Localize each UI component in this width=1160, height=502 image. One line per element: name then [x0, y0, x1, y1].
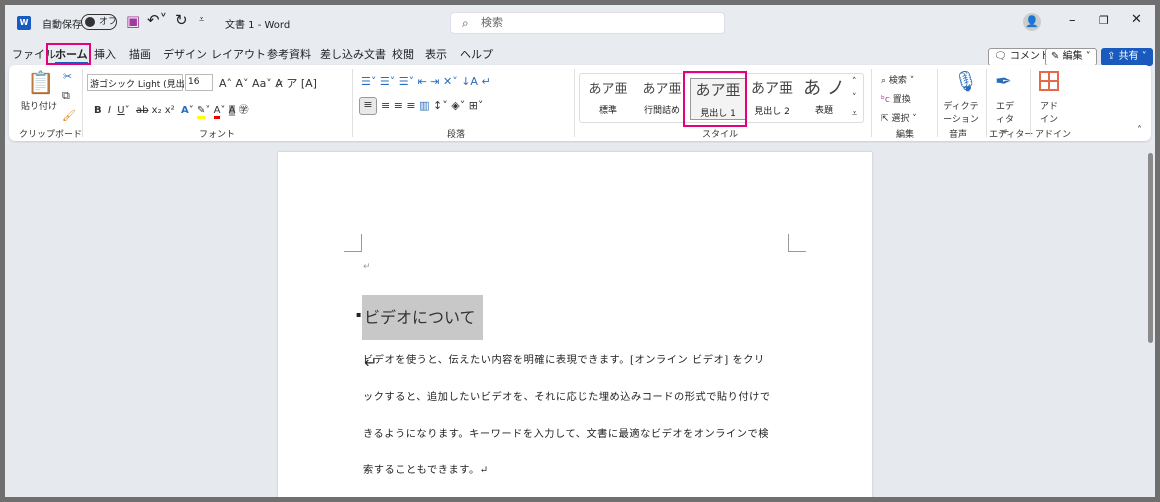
tab-view[interactable]: 表示 [425, 46, 447, 62]
replace-button[interactable]: ᵇc 置換 [881, 92, 911, 105]
autosave-toggle[interactable]: オフ [81, 14, 117, 30]
style-sample: あア亜 [642, 82, 682, 97]
body-line[interactable]: きるようになります。キーワードを入力して、文書に最適なビデオをオンラインで検 [363, 425, 769, 440]
style-sample: あ ノ [803, 78, 845, 99]
copy-icon[interactable]: ⧉ [62, 89, 70, 103]
list-icons[interactable]: ☰˅ ☰˅ ☰˅ ⇤ ⇥ ✕˅ ↓A ↵ [361, 75, 491, 88]
alignment-icons[interactable]: ≡ ≡ ≡ ▥ ↕˅ ◈˅ ⊞˅ [381, 99, 483, 112]
format-painter-icon[interactable]: 🖌 [62, 109, 76, 122]
ribbon: 📋 貼り付け ✂ ⧉ 🖌 クリップボード 游ゴシック Light (見出 16 … [9, 65, 1151, 141]
addins-icon[interactable] [1039, 71, 1059, 91]
crop-mark [788, 234, 806, 252]
close-icon[interactable]: ✕ [1131, 12, 1142, 27]
style-heading-2[interactable]: あア亜見出し 2 [744, 78, 800, 117]
collapse-ribbon-icon[interactable]: ˄ [1137, 125, 1142, 136]
style-name: 標準 [598, 106, 617, 116]
dictate-button[interactable]: ディクテーション [943, 99, 979, 125]
word-logo-icon: W [17, 16, 31, 30]
cut-icon[interactable]: ✂ [63, 70, 72, 83]
microphone-icon[interactable]: 🎙 [953, 69, 978, 93]
style-sample: あア亜 [751, 81, 793, 97]
edit-mode-button[interactable]: ✎ 編集 ˅ [1045, 48, 1097, 66]
editing-group-label: 編集 [896, 130, 915, 140]
search-icon: ⌕ [462, 16, 469, 30]
paragraph-mark: ↵ [363, 262, 371, 272]
font-size-tools-icons[interactable]: A˄ A˅ Aa˅ A̷ ア [A] [219, 75, 317, 91]
style-name: 行間詰め [643, 106, 680, 116]
style-title[interactable]: あ ノ表題 [796, 78, 852, 116]
editor-group-label: エディター [989, 130, 1034, 140]
font-format-icons[interactable]: B I U˅ ab x₂ x² A˅ ✎˅ A˅ A ㊫ [94, 101, 249, 119]
tab-layout[interactable]: レイアウト [211, 46, 266, 62]
title-bar: W 自動保存 オフ ▣ ↶˅ ↻ ⩡ 文書 1 - Word 検索 ⌕ 👤 – … [5, 5, 1155, 41]
tab-design[interactable]: デザイン [163, 46, 207, 62]
tab-mailings[interactable]: 差し込み文書 [320, 46, 386, 62]
addins-button[interactable]: アドイン [1039, 99, 1059, 125]
document-title: 文書 1 - Word [225, 20, 291, 31]
account-icon[interactable]: 👤 [1023, 13, 1041, 31]
style-name: 表題 [814, 106, 833, 116]
word-window: W 自動保存 オフ ▣ ↶˅ ↻ ⩡ 文書 1 - Word 検索 ⌕ 👤 – … [5, 5, 1155, 497]
save-icon[interactable]: ▣ [126, 12, 140, 30]
select-button[interactable]: ⇱ 選択 ˅ [881, 111, 917, 124]
tab-highlight [46, 43, 91, 65]
body-line[interactable]: ックすると、追加したいビデオを、それに応じた埋め込みコードの形式で貼り付けで [363, 388, 771, 403]
tab-references[interactable]: 参考資料 [267, 46, 311, 62]
paste-button[interactable]: 貼り付け [21, 99, 57, 112]
document-page[interactable]: ↵ ▪ ビデオについて↵ ビデオを使うと、伝えたい内容を明確に表現できます。[オ… [278, 152, 872, 497]
undo-icon[interactable]: ↶˅ [147, 11, 167, 29]
ribbon-tabs: ファイル ホーム 挿入 描画 デザイン レイアウト 参考資料 差し込み文書 校閲… [5, 43, 1155, 66]
addins-group-label: アドイン [1035, 130, 1072, 140]
style-normal[interactable]: あア亜 標準 [580, 78, 636, 116]
restore-icon[interactable]: ❐ [1099, 14, 1109, 27]
font-size-select[interactable]: 16 [185, 74, 213, 91]
redo-icon[interactable]: ↻ [175, 11, 188, 29]
comment-label: コメント [1009, 51, 1050, 62]
style-no-spacing[interactable]: あア亜 行間詰め [634, 78, 690, 116]
font-group-label: フォント [199, 130, 236, 140]
vertical-scrollbar[interactable] [1148, 153, 1153, 343]
find-label: 検索 [888, 76, 907, 86]
align-left-button[interactable]: ≡ [359, 97, 377, 115]
clipboard-group-label: クリップボード [19, 130, 83, 140]
paste-icon[interactable]: 📋 [27, 71, 54, 96]
tab-help[interactable]: ヘルプ [460, 46, 493, 62]
tab-draw[interactable]: 描画 [129, 46, 151, 62]
select-label: 選択 [891, 114, 910, 124]
autosave-label: 自動保存 [42, 20, 82, 31]
body-line[interactable]: ビデオを使うと、伝えたい内容を明確に表現できます。[オンライン ビデオ] をクリ [363, 351, 765, 366]
styles-scroll-icons[interactable]: ˄ ˅ ⩡ [852, 74, 857, 122]
style-sample: あア亜 [588, 82, 628, 97]
find-button[interactable]: ⌕ 検索 ˅ [881, 73, 914, 86]
edit-label: 編集 [1062, 51, 1083, 62]
tab-review[interactable]: 校閲 [392, 46, 414, 62]
bullet-marker: ▪ [356, 310, 362, 319]
replace-label: 置換 [892, 95, 911, 105]
editor-icon[interactable]: ✒ [995, 69, 1012, 93]
style-name: 見出し 2 [754, 107, 790, 117]
paragraph-group-label: 段落 [447, 130, 466, 140]
styles-group-label: スタイル [702, 130, 739, 140]
style-highlight [683, 71, 747, 127]
heading-selected[interactable]: ビデオについて↵ [362, 295, 483, 372]
body-line[interactable]: 索することもできます。↵ [363, 461, 489, 476]
minimize-icon[interactable]: – [1069, 13, 1076, 28]
voice-group-label: 音声 [949, 130, 968, 140]
search-input[interactable]: 検索 [450, 12, 725, 34]
tab-insert[interactable]: 挿入 [94, 46, 116, 62]
document-area: ↵ ▪ ビデオについて↵ ビデオを使うと、伝えたい内容を明確に表現できます。[オ… [5, 143, 1155, 497]
font-name-select[interactable]: 游ゴシック Light (見出 [87, 74, 185, 91]
share-button[interactable]: ⇪ 共有 ˅ [1101, 48, 1153, 66]
crop-mark [344, 234, 362, 252]
customize-qat-icon[interactable]: ⩡ [199, 15, 204, 25]
share-label: 共有 [1118, 51, 1139, 62]
